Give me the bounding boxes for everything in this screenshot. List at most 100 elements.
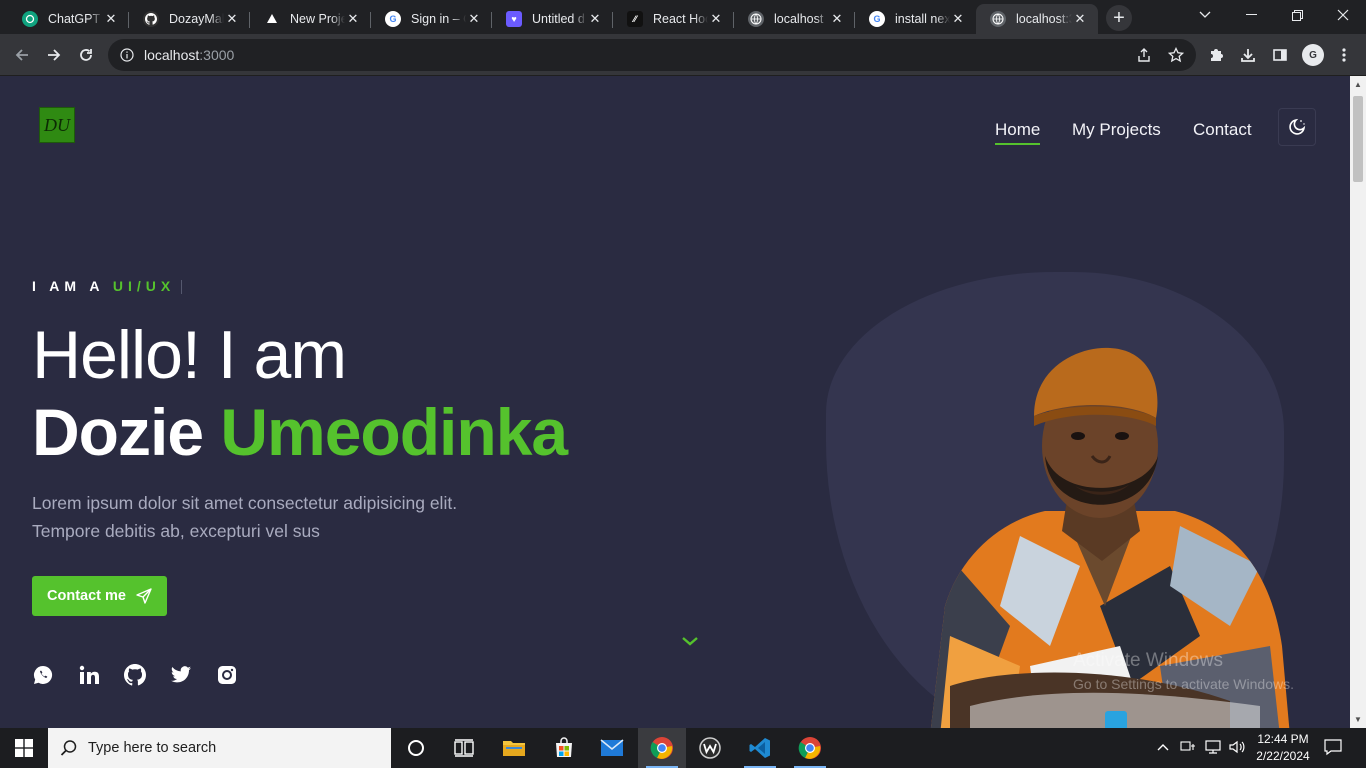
address-bar[interactable]: localhost:3000 [108, 39, 1196, 71]
chevron-down-icon [682, 637, 698, 646]
network-button[interactable] [1204, 739, 1222, 758]
extensions-button[interactable] [1202, 41, 1230, 69]
twitter-link[interactable] [170, 664, 192, 686]
tab-title: localhost:3 [1016, 12, 1072, 26]
download-icon [1241, 49, 1255, 62]
taskbar-clock[interactable]: 12:44 PM 2/22/2024 [1252, 731, 1314, 765]
restore-button[interactable] [1274, 0, 1320, 30]
close-tab-icon[interactable]: ✕ [1072, 11, 1088, 27]
first-name: Dozie [32, 395, 204, 469]
clock-date: 2/22/2024 [1256, 749, 1310, 763]
page-scrollbar[interactable]: ▲ ▼ [1350, 76, 1366, 728]
tab-search-button[interactable] [1182, 0, 1228, 30]
folder-icon [503, 741, 525, 756]
chatgpt-icon [22, 11, 38, 27]
instagram-link[interactable] [216, 664, 238, 686]
instagram-icon [218, 666, 236, 684]
typing-intro: I AM A UI/UX [32, 278, 183, 295]
warp-terminal-button[interactable] [686, 728, 734, 768]
scroll-down-button[interactable] [680, 634, 700, 652]
reload-button[interactable] [72, 41, 100, 69]
scroll-up-arrow-icon[interactable]: ▲ [1350, 80, 1366, 89]
tab-title: ChatGPT [48, 12, 101, 26]
close-tab-icon[interactable]: ✕ [224, 11, 240, 27]
typing-cursor [181, 280, 183, 295]
close-tab-icon[interactable]: ✕ [466, 11, 482, 27]
close-tab-icon[interactable]: ✕ [708, 11, 724, 27]
kebab-menu-icon [1342, 48, 1346, 62]
notifications-button[interactable] [1324, 738, 1342, 759]
tab-strip: ChatGPT ✕ DozayMal ✕ New Proje ✕ G Sign … [0, 0, 1366, 34]
share-button[interactable] [1130, 41, 1158, 69]
mail-button[interactable] [588, 728, 636, 768]
puzzle-icon [1211, 49, 1223, 61]
tab-chatgpt[interactable]: ChatGPT ✕ [8, 4, 129, 34]
description-line-1: Lorem ipsum dolor sit amet consectetur a… [32, 493, 458, 513]
task-view-button[interactable] [440, 728, 488, 768]
close-tab-icon[interactable]: ✕ [345, 11, 361, 27]
scrollbar-thumb[interactable] [1353, 96, 1363, 182]
start-button[interactable] [0, 728, 48, 768]
cortana-icon [408, 740, 424, 756]
globe-icon [990, 11, 1006, 27]
vscode-button[interactable] [736, 728, 784, 768]
store-icon [556, 737, 572, 757]
vercel-icon [264, 11, 280, 27]
chrome-profile-button[interactable] [786, 728, 834, 768]
linkedin-link[interactable] [78, 664, 100, 686]
tab-install-next[interactable]: G install nex ✕ [855, 4, 976, 34]
tab-google-signin[interactable]: G Sign in – C ✕ [371, 4, 492, 34]
chrome-taskbar-button-active[interactable] [638, 728, 686, 768]
close-icon [1337, 9, 1349, 21]
reload-icon [80, 49, 92, 61]
tab-localhost-active[interactable]: localhost:3 ✕ [976, 4, 1098, 34]
whatsapp-link[interactable] [32, 664, 54, 686]
tab-github[interactable]: DozayMal ✕ [129, 4, 250, 34]
nav-my-projects[interactable]: My Projects [1072, 120, 1161, 140]
nav-contact[interactable]: Contact [1193, 120, 1252, 140]
tab-title: install nex [895, 12, 950, 26]
scroll-down-arrow-icon[interactable]: ▼ [1350, 715, 1366, 724]
info-icon[interactable] [120, 48, 134, 62]
profile-avatar[interactable]: G [1302, 44, 1324, 66]
cortana-button[interactable] [392, 728, 440, 768]
show-hidden-icons-button[interactable] [1157, 739, 1169, 754]
input-method-button[interactable] [1180, 739, 1196, 758]
chrome-menu-button[interactable] [1330, 41, 1358, 69]
back-button[interactable] [8, 41, 36, 69]
tab-untitled[interactable]: ♥ Untitled d ✕ [492, 4, 613, 34]
url-port: :3000 [199, 47, 235, 63]
share-icon [1138, 48, 1150, 62]
browser-toolbar: localhost:3000 G [0, 34, 1366, 76]
bookmark-button[interactable] [1162, 41, 1190, 69]
hero-name: Dozie Umeodinka [32, 394, 568, 470]
close-tab-icon[interactable]: ✕ [103, 11, 119, 27]
close-window-button[interactable] [1320, 0, 1366, 30]
downloads-button[interactable] [1234, 41, 1262, 69]
site-logo[interactable]: DU [39, 107, 75, 143]
close-tab-icon[interactable]: ✕ [950, 11, 966, 27]
taskbar-search-box[interactable]: Type here to search [48, 728, 391, 768]
terminal-app-icon [699, 737, 721, 759]
contact-me-button[interactable]: Contact me [32, 576, 167, 616]
linkedin-icon [79, 665, 99, 684]
tab-react-hook-form[interactable]: ⁄⁄ React Hoo ✕ [613, 4, 734, 34]
tab-localhost[interactable]: localhost ✕ [734, 4, 855, 34]
watermark-line-1: Activate Windows [1073, 650, 1223, 671]
microsoft-store-button[interactable] [540, 728, 588, 768]
file-explorer-button[interactable] [490, 728, 538, 768]
send-icon [136, 588, 152, 604]
nav-home[interactable]: Home [995, 120, 1041, 145]
minimize-button[interactable] [1228, 0, 1274, 30]
github-link[interactable] [124, 664, 146, 686]
close-tab-icon[interactable]: ✕ [587, 11, 603, 27]
forward-button[interactable] [40, 41, 68, 69]
tab-vercel[interactable]: New Proje ✕ [250, 4, 371, 34]
theme-toggle-button[interactable] [1278, 108, 1316, 146]
side-panel-button[interactable] [1266, 41, 1294, 69]
chevron-up-icon [1157, 744, 1169, 751]
close-tab-icon[interactable]: ✕ [829, 11, 845, 27]
google-icon: G [385, 11, 401, 27]
volume-button[interactable] [1228, 739, 1246, 758]
new-tab-button[interactable]: + [1106, 5, 1132, 31]
